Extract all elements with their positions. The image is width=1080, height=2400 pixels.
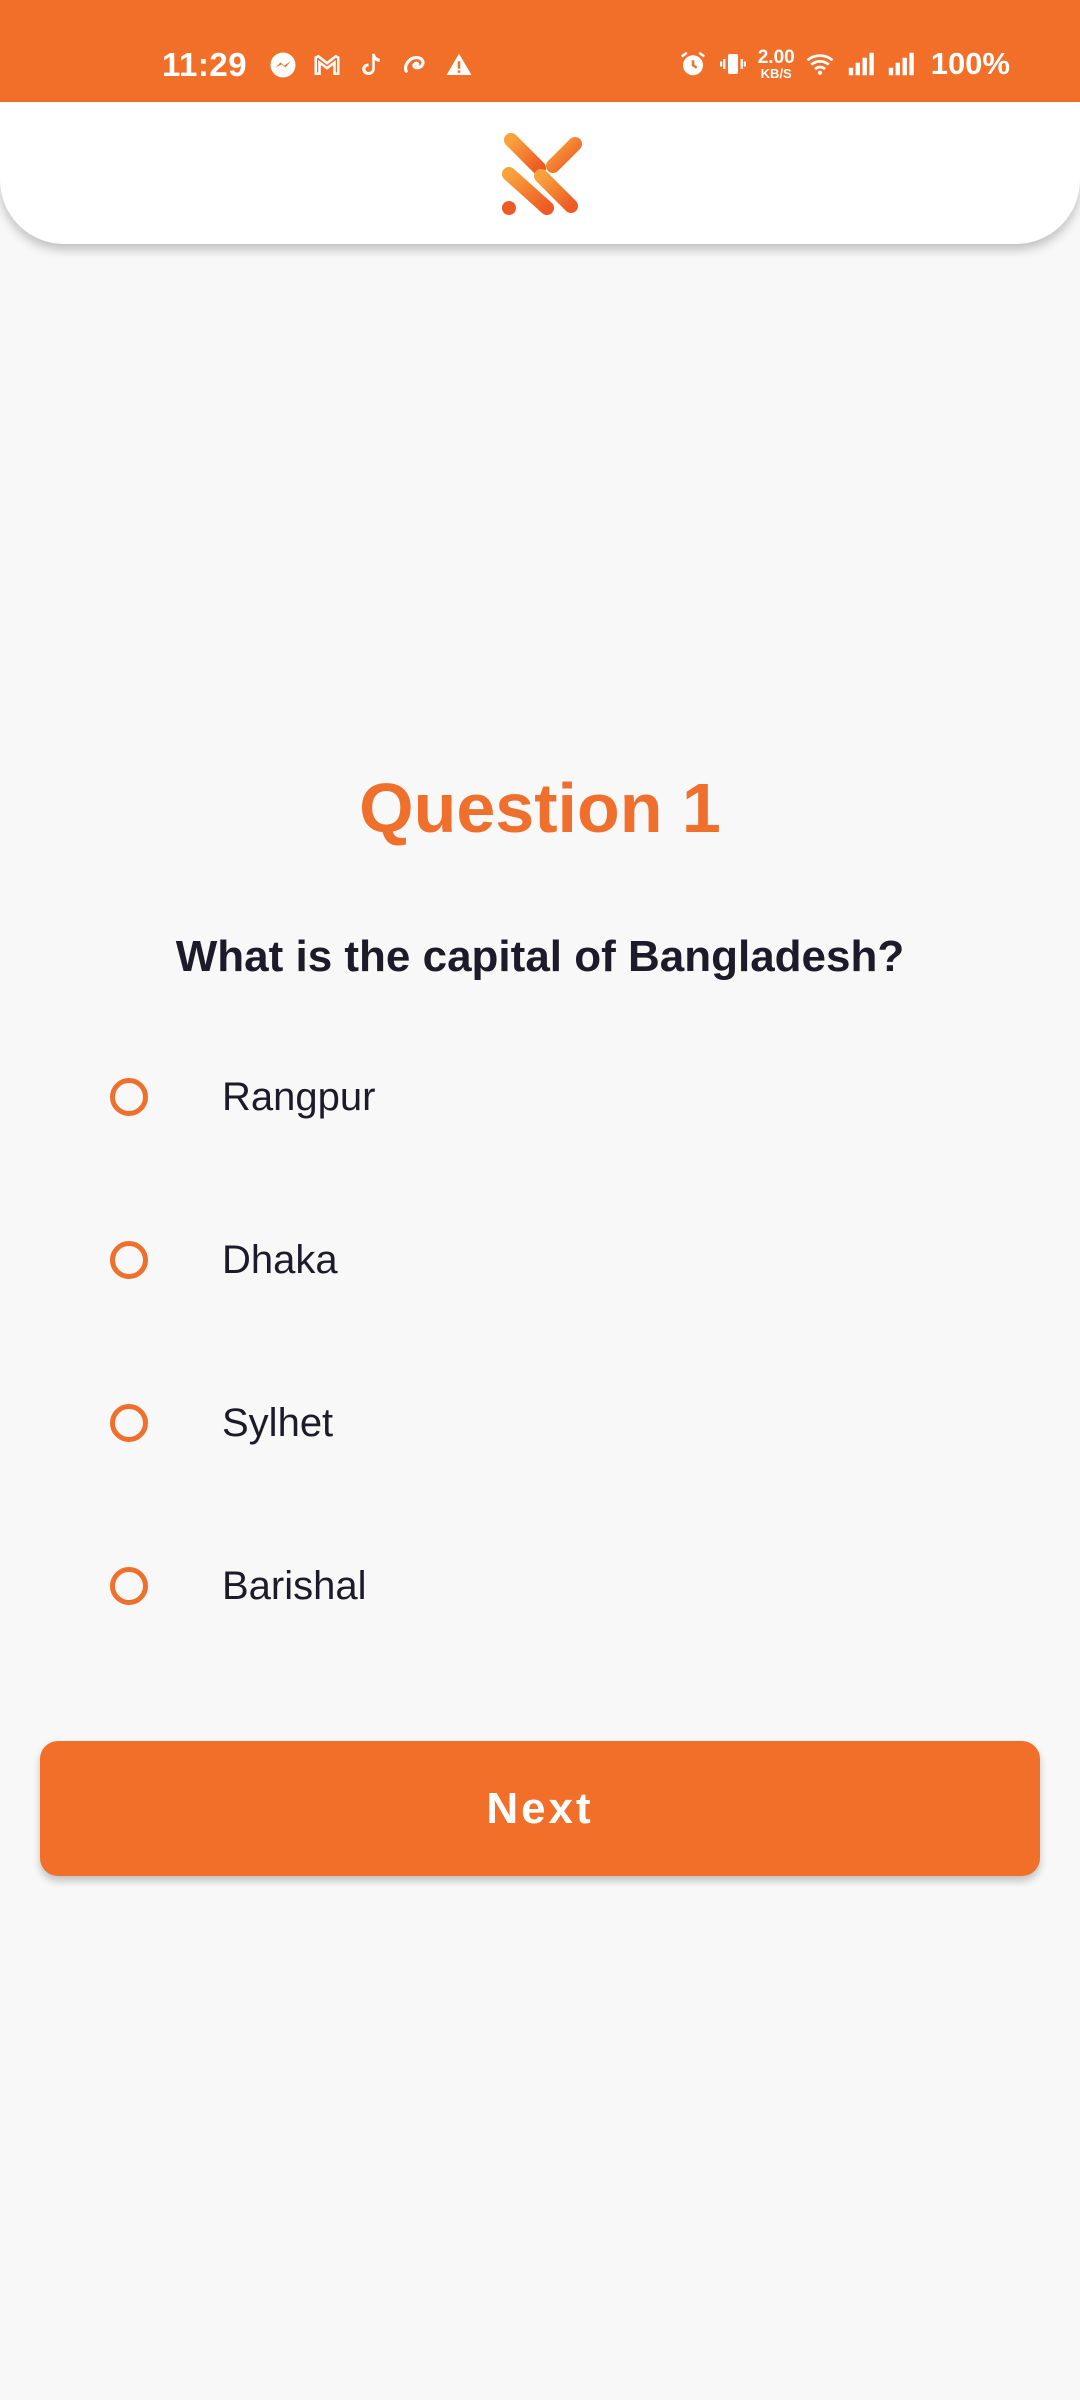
airtel-icon (400, 50, 430, 80)
option-label: Sylhet (222, 1400, 334, 1445)
system-icons: 2.00 KB/S 100% (678, 46, 1010, 82)
app-header (0, 102, 1080, 244)
status-bar: 11:29 2.00 KB/S 100% (0, 0, 1080, 102)
app-logo-icon (502, 133, 582, 215)
status-time: 11:29 (162, 46, 248, 83)
option-label: Rangpur (222, 1074, 376, 1119)
radio-button[interactable] (110, 1404, 148, 1442)
tiktok-icon (356, 50, 386, 80)
question-text: What is the capital of Bangladesh? (175, 932, 905, 981)
signal-icon (845, 49, 875, 79)
battery-level: 100% (930, 46, 1010, 81)
option-sylhet[interactable]: Sylhet (80, 1373, 1000, 1473)
network-speed-unit: KB/S (760, 66, 792, 81)
option-dhaka[interactable]: Dhaka (80, 1210, 1000, 1310)
question-title: Question 1 (359, 769, 721, 847)
wifi-icon (805, 49, 835, 79)
signal-icon (885, 49, 915, 79)
warning-icon (444, 50, 474, 80)
option-rangpur[interactable]: Rangpur (80, 1047, 1000, 1147)
messenger-icon (268, 50, 298, 80)
option-label: Barishal (222, 1563, 367, 1608)
radio-button[interactable] (110, 1241, 148, 1279)
radio-button[interactable] (110, 1078, 148, 1116)
option-barishal[interactable]: Barishal (80, 1536, 1000, 1636)
network-speed-value: 2.00 (757, 47, 795, 68)
vibrate-icon (718, 49, 748, 79)
gmail-icon (312, 50, 342, 80)
alarm-icon (678, 49, 708, 79)
network-speed: 2.00 KB/S (758, 48, 795, 80)
notification-icons (268, 50, 474, 80)
option-label: Dhaka (222, 1237, 338, 1282)
radio-button[interactable] (110, 1567, 148, 1605)
next-button[interactable]: Next (40, 1741, 1040, 1876)
